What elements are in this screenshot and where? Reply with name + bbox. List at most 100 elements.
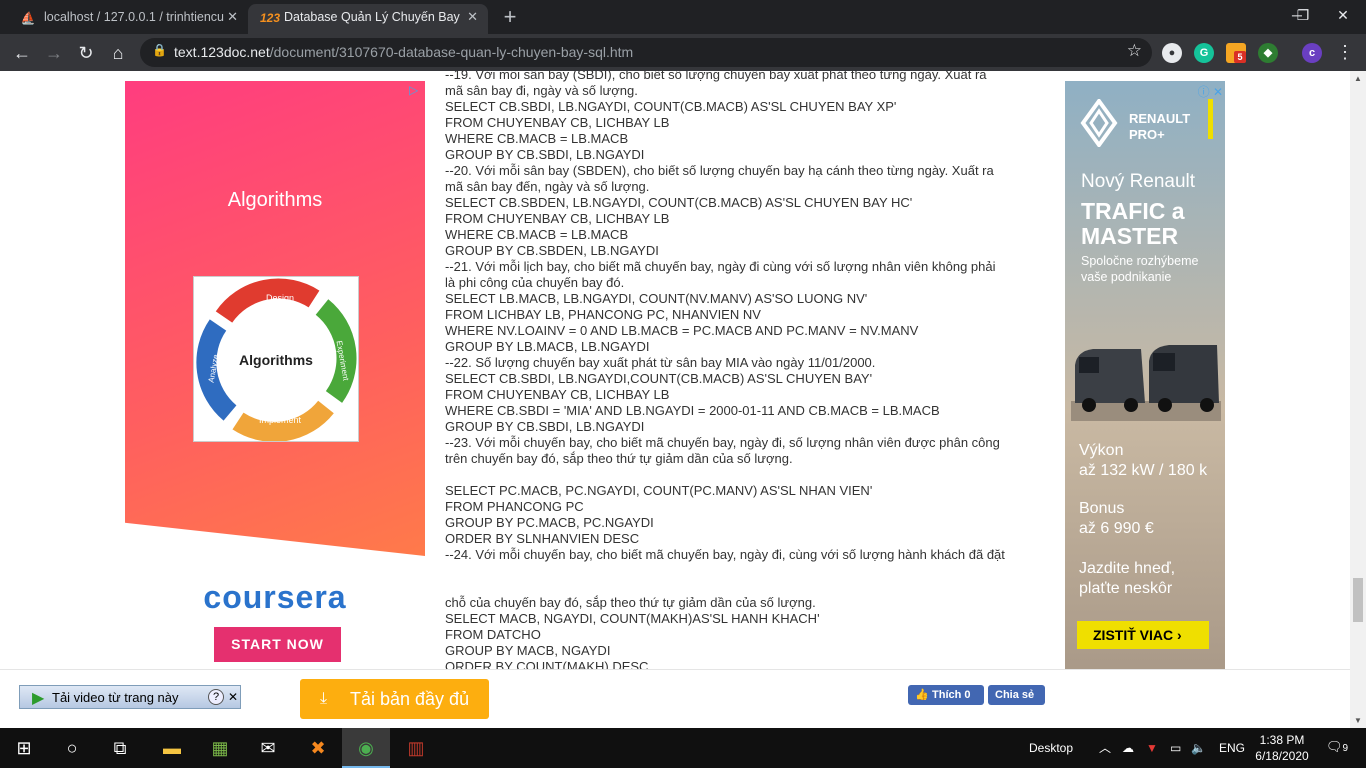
123doc-icon: 123 (260, 11, 281, 25)
coursera-ad[interactable]: ▷ Algorithms Algorithms Design Experimen… (125, 81, 425, 681)
document-line: SELECT CB.SBDEN, LB.NGAYDI, COUNT(CB.MAC… (445, 195, 913, 210)
scrollbar-thumb[interactable] (1353, 578, 1363, 622)
chrome-icon[interactable]: ◉ (342, 728, 390, 768)
close-tab-icon[interactable]: ✕ (227, 4, 238, 30)
home-icon[interactable]: ⌂ (104, 39, 132, 67)
reload-icon[interactable]: ↻ (72, 39, 100, 67)
download-full-label: Tải bản đầy đủ (350, 689, 470, 709)
new-tab-button[interactable]: + (498, 5, 522, 29)
grammarly-icon[interactable]: G (1194, 43, 1214, 63)
tab-strip: ⛵ localhost / 127.0.0.1 / trinhtiencu ✕ … (0, 0, 1366, 34)
document-line: --19. Với mỗi sân bay (SBDI), cho biết s… (445, 71, 987, 82)
download-icon: ⤓ (320, 690, 328, 707)
document-line: trên chuyến bay đó, sắp theo thứ tự giảm… (445, 451, 793, 466)
system-clock[interactable]: 1:38 PM 6/18/2020 (1248, 732, 1316, 764)
document-line: FROM CHUYENBAY CB, LICHBAY LB (445, 211, 670, 226)
notification-icon[interactable]: 🗨9 (1326, 739, 1348, 755)
bonus-value: až 6 990 € (1079, 520, 1154, 537)
bonus-info: Bonus až 6 990 € (1079, 499, 1219, 539)
zistit-viac-button[interactable]: ZISTIŤ VIAC › (1077, 621, 1209, 649)
power-value: až 132 kW / 180 k (1079, 462, 1208, 479)
facebook-like-label: Thích 0 (932, 689, 971, 701)
mail-icon[interactable]: ✉ (244, 728, 292, 768)
ad-line3: Spoločne rozhýbeme vaše podnikanie (1081, 254, 1199, 284)
document-line: FROM CHUYENBAY CB, LICHBAY LB (445, 387, 670, 402)
forward-icon[interactable]: → (40, 39, 68, 67)
battery-icon[interactable]: ▭ (1170, 728, 1181, 768)
chevron-up-icon[interactable]: ︿ (1099, 728, 1111, 768)
clock-time: 1:38 PM (1259, 733, 1305, 747)
tab-phpmyadmin[interactable]: ⛵ localhost / 127.0.0.1 / trinhtiencu ✕ (8, 4, 248, 34)
close-window-icon[interactable]: ✕ (1320, 0, 1366, 30)
volume-icon[interactable]: 🔈 (1191, 728, 1206, 768)
close-icon[interactable]: ✕ (226, 689, 240, 705)
download-full-button[interactable]: ⤓ Tải bản đầy đủ (300, 679, 489, 719)
ad-slogan: Jazdite hneď, plaťte neskôr (1079, 560, 1176, 597)
winrar-icon[interactable]: ▥ (392, 728, 440, 768)
bookmark-star-icon[interactable]: ☆ (1127, 41, 1142, 61)
menu-icon[interactable]: ⋮ (1336, 42, 1354, 63)
document-line: mã sân bay đến, ngày và số lượng. (445, 179, 650, 194)
tab-123doc[interactable]: 123 Database Quản Lý Chuyến Bay (S ✕ (248, 4, 488, 34)
url-text[interactable]: text.123doc.net/document/3107670-databas… (174, 44, 633, 60)
document-line: SELECT CB.SBDI, LB.NGAYDI, COUNT(CB.MACB… (445, 99, 897, 114)
url-path: /document/3107670-database-quan-ly-chuye… (269, 44, 634, 60)
ad-line2: TRAFIC a MASTER (1081, 198, 1185, 249)
store-icon[interactable]: ▦ (196, 728, 244, 768)
bonus-label: Bonus (1079, 500, 1125, 517)
windows-taskbar: ⊞ ○ ⧉ ▬ ▦ ✉ ✖ ◉ ▥ Desktop ︿ ☁ ▼ ▭ 🔈 ENG … (0, 728, 1366, 768)
extension-icon[interactable]: ● (1162, 43, 1182, 63)
extension-badge-icon[interactable]: 5 (1226, 43, 1246, 63)
document-line: WHERE CB.SBDI = 'MIA' AND LB.NGAYDI = 20… (445, 403, 940, 418)
play-icon: ▶ (32, 690, 45, 707)
document-line (445, 467, 1057, 483)
adchoices-icon[interactable]: ▷ (409, 83, 423, 97)
help-icon[interactable]: ? (208, 689, 224, 705)
document-line: --20. Với mỗi sân bay (SBDEN), cho biết … (445, 163, 994, 178)
notification-count: 9 (1342, 743, 1349, 754)
document-line: GROUP BY PC.MACB, PC.NGAYDI (445, 515, 654, 530)
extension-badge-count: 5 (1234, 51, 1246, 63)
language-indicator[interactable]: ENG (1219, 728, 1245, 768)
ad-close-icon[interactable]: ⓘ ✕ (1198, 83, 1223, 100)
antivirus-icon[interactable]: ▼ (1146, 728, 1158, 768)
document-line: chỗ của chuyến bay đó, sắp theo thứ tự g… (445, 595, 816, 610)
web-page: ▷ Algorithms Algorithms Design Experimen… (0, 71, 1350, 728)
scroll-up-icon[interactable]: ▲ (1354, 74, 1362, 83)
back-icon[interactable]: ← (8, 39, 36, 67)
task-view-icon[interactable]: ⧉ (96, 728, 144, 768)
document-line: FROM DATCHO (445, 627, 541, 642)
start-now-button[interactable]: START NOW (214, 627, 341, 662)
document-line: --23. Với mỗi chuyến bay, cho biết mã ch… (445, 435, 1000, 450)
search-icon[interactable]: ○ (48, 728, 96, 768)
close-tab-icon[interactable]: ✕ (467, 4, 478, 30)
scroll-down-icon[interactable]: ▼ (1354, 716, 1362, 725)
onedrive-icon[interactable]: ☁ (1122, 728, 1134, 768)
facebook-like-button[interactable]: 👍 Thích 0 (908, 685, 984, 705)
document-line: là phi công của chuyến bay đó. (445, 275, 625, 290)
extension-colorful-icon[interactable]: ◆ (1258, 43, 1278, 63)
renault-brand-text: RENAULT PRO+ (1129, 111, 1191, 142)
document-line: WHERE CB.MACB = LB.MACB (445, 131, 629, 146)
tab-title: localhost / 127.0.0.1 / trinhtiencu (44, 10, 224, 24)
renault-ad[interactable]: RENAULT PRO+ ⓘ ✕ Nový Renault TRAFIC a M… (1065, 81, 1225, 681)
page-bottom-bar: ▶ Tải video từ trang này ? ✕ ⤓ Tải bản đ… (0, 669, 1350, 728)
address-bar[interactable]: 🔒 text.123doc.net/document/3107670-datab… (140, 38, 1152, 67)
thumbs-up-icon: 👍 (915, 689, 929, 701)
brand-accent-bar (1208, 99, 1213, 139)
ad-headline: Algorithms (227, 189, 323, 211)
browser-toolbar: ← → ↻ ⌂ 🔒 text.123doc.net/document/31076… (0, 34, 1366, 71)
facebook-share-button[interactable]: Chia sẻ (988, 685, 1045, 705)
file-explorer-icon[interactable]: ▬ (148, 728, 196, 768)
document-line: GROUP BY CB.SBDI, LB.NGAYDI (445, 147, 645, 162)
download-video-button[interactable]: ▶ Tải video từ trang này ? ✕ (19, 685, 241, 709)
profile-avatar[interactable]: c (1302, 43, 1322, 63)
desktop-toolbar-label[interactable]: Desktop (1029, 728, 1073, 768)
windows-start-icon[interactable]: ⊞ (0, 728, 48, 768)
document-line: SELECT PC.MACB, PC.NGAYDI, COUNT(PC.MANV… (445, 483, 873, 498)
document-line: --24. Với mỗi chuyến bay, cho biết mã ch… (445, 547, 1005, 562)
document-line: GROUP BY CB.SBDEN, LB.NGAYDI (445, 243, 659, 258)
document-line: FROM CHUYENBAY CB, LICHBAY LB (445, 115, 670, 130)
page-scrollbar[interactable]: ▲ ▼ (1350, 71, 1366, 728)
xampp-icon[interactable]: ✖ (294, 728, 342, 768)
